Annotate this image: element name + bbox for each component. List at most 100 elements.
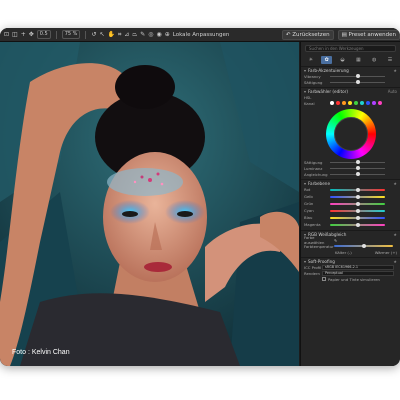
temperature-hints: Kälter (-) Wärmer (+) (301, 249, 400, 255)
local-adjust-icon[interactable]: ⊕ (165, 30, 170, 40)
toolbar: ⊡ ◫ + ✥ 0.5 75 % ↺ ↖ ✋ ⌗ ⊿ ⏢ ✎ ◎ ◉ ⊕ Lok… (0, 28, 400, 42)
straighten-icon[interactable]: ⊿ (124, 30, 129, 40)
saturation-label: Sättigung (304, 79, 323, 85)
apply-preset-button[interactable]: ▤ Preset anwenden (337, 30, 400, 40)
slider-knob[interactable] (355, 187, 360, 192)
render-label: Rendern (304, 270, 320, 276)
blue-slider[interactable] (330, 215, 385, 220)
redeye-icon[interactable]: ◉ (156, 30, 161, 40)
zoom-value[interactable]: 0.5 (36, 30, 51, 39)
reset-button[interactable]: ↶ Zurücksetzen (281, 30, 334, 40)
collapse-arrow-icon: ▾ (304, 258, 307, 264)
vibrancy-label: Vibrancy (304, 73, 321, 79)
star-icon[interactable]: ★ (393, 68, 397, 73)
uniformity-label: Angleichung (304, 171, 328, 177)
tab-color-icon[interactable]: ✿ (321, 55, 333, 64)
slider-knob[interactable] (355, 166, 360, 170)
yellow-label: Gelb (304, 194, 313, 199)
healing-icon[interactable]: ✎ (140, 30, 145, 40)
green-label: Grün (304, 201, 314, 206)
chip-red[interactable] (336, 101, 340, 105)
crop-icon[interactable]: ⊡ (4, 30, 9, 40)
photo-viewer[interactable]: Foto : Kelvin Chan (0, 42, 299, 366)
slider-knob[interactable] (355, 160, 360, 164)
chip-all[interactable] (330, 101, 334, 105)
perspective-icon[interactable]: ⏢ (132, 30, 137, 40)
slider-knob[interactable] (355, 74, 360, 78)
rotate-icon[interactable]: ↺ (91, 30, 96, 40)
chip-orange[interactable] (342, 101, 346, 105)
slider-knob[interactable] (355, 222, 360, 227)
channel-label: Kanal (304, 100, 315, 106)
icc-label: ICC Profil (304, 264, 322, 270)
tab-light-icon[interactable]: ☀ (305, 56, 316, 64)
tab-meta-icon[interactable]: ☰ (385, 56, 396, 64)
section-farbwaehler[interactable]: ▾ Farbwähler (editor) Auto (301, 87, 400, 94)
star-icon[interactable]: ★ (393, 259, 397, 264)
section-farbakzentuierung[interactable]: ▾ Farb-Akzentuierung ★ (301, 66, 400, 73)
slider-knob[interactable] (355, 80, 360, 84)
icc-row: ICC Profil sRGB IEC61966-2.1 (301, 264, 400, 270)
slider-knob[interactable] (355, 194, 360, 199)
mode-label[interactable]: Auto (388, 89, 397, 94)
temperature-label: Farbtemperatur (304, 243, 334, 249)
reset-label: Zurücksetzen (292, 32, 330, 38)
chip-yellow[interactable] (348, 101, 352, 105)
red-slider[interactable] (330, 187, 385, 192)
render-select[interactable]: Perceptual (322, 270, 394, 276)
warmer-label: Wärmer (+) (374, 249, 397, 255)
color-wheel-center[interactable] (333, 117, 368, 151)
red-row: Rot (301, 186, 400, 193)
pointer-icon[interactable]: ↖ (99, 30, 104, 40)
temperature-slider[interactable] (334, 244, 393, 248)
green-slider[interactable] (330, 201, 385, 206)
zoom-icon[interactable]: ✥ (29, 30, 34, 40)
paper-checkbox[interactable] (322, 277, 326, 281)
local-adjust-label[interactable]: Lokale Anpassungen (173, 30, 230, 40)
vibrancy-slider[interactable] (330, 74, 385, 78)
chip-purple[interactable] (372, 101, 376, 105)
zoom-percent-select[interactable]: 75 % (61, 30, 81, 39)
star-icon[interactable]: ★ (393, 181, 397, 186)
star-icon[interactable]: ★ (393, 232, 397, 237)
saturation-slider[interactable] (330, 80, 385, 84)
chip-green[interactable] (354, 101, 358, 105)
paper-row: Papier und Tinte simulieren (301, 276, 400, 282)
slider-knob[interactable] (355, 172, 360, 176)
section-title: Soft-Proofing (308, 258, 335, 264)
tab-detail-icon[interactable]: ◒ (337, 56, 348, 64)
chip-cyan[interactable] (360, 101, 364, 105)
compare-icon[interactable]: ◫ (12, 30, 18, 40)
eyedropper-icon[interactable]: ✎ (334, 238, 337, 243)
section-soft-proofing[interactable]: ▾ Soft-Proofing ★ (301, 257, 400, 264)
magenta-slider[interactable] (330, 222, 385, 227)
cyan-slider[interactable] (330, 208, 385, 213)
ruler-icon[interactable]: ⌗ (118, 30, 121, 40)
portrait-photo (0, 42, 299, 366)
section-farbebene[interactable]: ▾ Farbebene ★ (301, 179, 400, 186)
chip-magenta[interactable] (378, 101, 382, 105)
slider-knob[interactable] (355, 201, 360, 206)
icc-select[interactable]: sRGB IEC61966-2.1 (322, 264, 394, 270)
tab-geometry-icon[interactable]: ▦ (353, 56, 364, 64)
cooler-label: Kälter (-) (335, 249, 352, 255)
tab-local-icon[interactable]: ◍ (369, 56, 380, 64)
color-wheel[interactable] (325, 109, 376, 159)
uniformity-slider[interactable] (330, 172, 385, 176)
slider-knob[interactable] (361, 244, 366, 248)
hand-icon[interactable]: ✋ (107, 30, 114, 40)
yellow-slider[interactable] (330, 194, 385, 199)
divider (85, 30, 87, 39)
add-icon[interactable]: + (21, 30, 26, 40)
hsl-saturation-label: Sättigung (304, 159, 323, 165)
panel-tabs: ☀ ✿ ◒ ▦ ◍ ☰ (303, 55, 398, 64)
luminance-label: Luminanz (304, 165, 323, 171)
hsl-saturation-slider[interactable] (330, 160, 385, 164)
luminance-slider[interactable] (330, 166, 385, 170)
section-title: Farbwähler (editor) (308, 88, 349, 94)
clone-icon[interactable]: ◎ (148, 30, 153, 40)
chip-blue[interactable] (366, 101, 370, 105)
slider-knob[interactable] (355, 215, 360, 220)
tool-search-input[interactable]: Suchen in den Werkzeugen (305, 45, 396, 52)
slider-knob[interactable] (355, 208, 360, 213)
